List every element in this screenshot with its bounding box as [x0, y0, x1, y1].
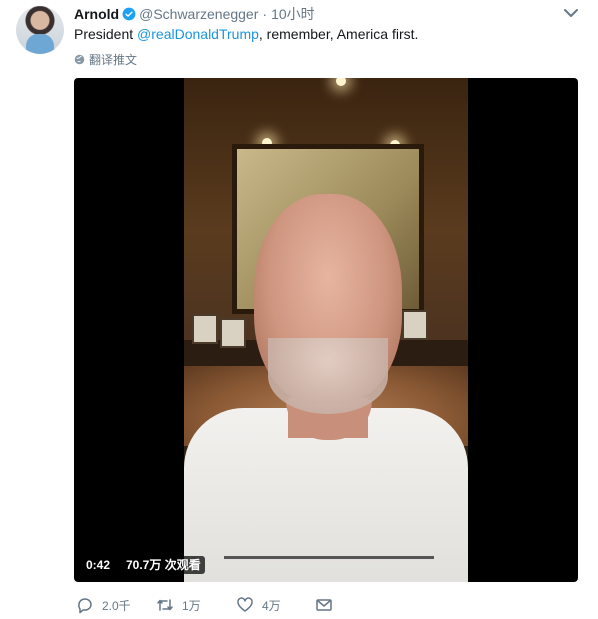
- video-duration: 0:42: [82, 556, 115, 574]
- tweet-text-suffix: , remember, America first.: [258, 26, 419, 42]
- like-count: 4万: [262, 598, 281, 613]
- video-player[interactable]: 0:42 70.7万 次观看: [74, 78, 578, 582]
- tweet-text-prefix: President: [74, 26, 138, 42]
- tweet-text: President @realDonaldTrump, remember, Am…: [74, 25, 418, 43]
- caret-down-icon[interactable]: [563, 7, 579, 19]
- separator-dot: ·: [262, 6, 268, 22]
- retweet-count: 1万: [182, 598, 201, 613]
- tweet-header: Arnold @Schwarzenegger · 10小时: [74, 5, 315, 23]
- message-icon: [316, 599, 332, 611]
- mention-link[interactable]: @realDonaldTrump: [137, 26, 259, 42]
- video-views: 70.7万 次观看: [122, 556, 205, 574]
- video-frame: [184, 78, 468, 582]
- reply-button[interactable]: 2.0千: [76, 596, 131, 614]
- message-button[interactable]: [315, 596, 341, 614]
- tweet-timestamp[interactable]: 10小时: [271, 4, 315, 24]
- translate-link[interactable]: 翻译推文: [74, 51, 137, 68]
- verified-icon: [122, 7, 136, 21]
- like-button[interactable]: 4万: [236, 596, 281, 614]
- translate-label: 翻译推文: [89, 53, 138, 67]
- author-handle[interactable]: @Schwarzenegger: [139, 6, 258, 22]
- reply-count: 2.0千: [102, 598, 131, 613]
- retweet-button[interactable]: 1万: [156, 596, 201, 614]
- retweet-icon: [157, 599, 173, 611]
- like-icon: [237, 597, 253, 612]
- avatar[interactable]: [16, 6, 64, 54]
- globe-icon: [74, 54, 85, 65]
- reply-icon: [78, 598, 92, 614]
- author-name[interactable]: Arnold: [74, 6, 119, 22]
